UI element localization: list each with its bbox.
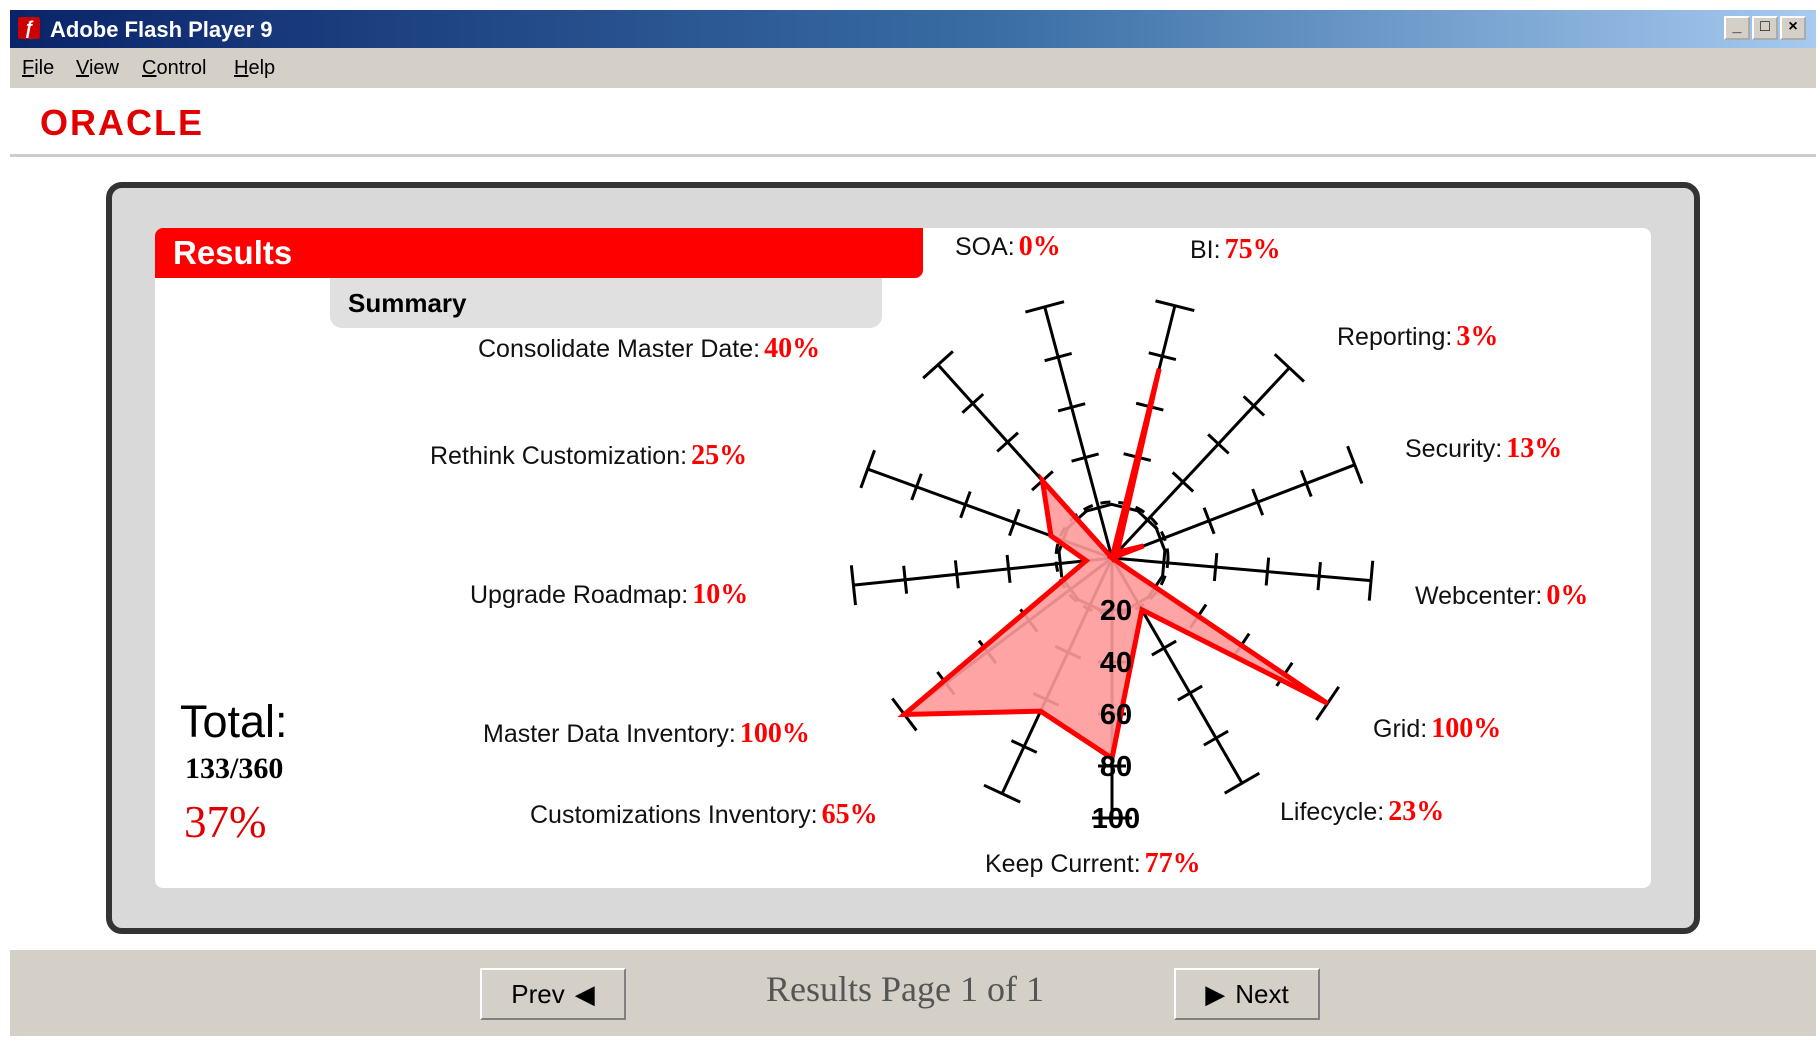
- scale-tick-label: 20: [1100, 595, 1132, 627]
- axis-value: 77%: [1145, 848, 1201, 879]
- radar-tick: [859, 449, 876, 489]
- axis-value: 23%: [1388, 796, 1444, 827]
- radar-tick: [1151, 639, 1177, 657]
- triangle-left-icon: ◀: [574, 978, 595, 1009]
- axis-name: Customizations Inventory:: [530, 801, 818, 829]
- radar-tick: [1005, 554, 1012, 583]
- radar-tick: [953, 560, 960, 589]
- scale-tick-label: 100: [1092, 803, 1140, 835]
- triangle-right-icon: ▶: [1205, 978, 1226, 1009]
- radar-chart: SOA: 0% BI: 75%Reporting: 3%Security: 13%Webc…: [430, 231, 1588, 879]
- axis-name: SOA:: [955, 233, 1015, 261]
- axis-name: Grid:: [1373, 715, 1427, 743]
- axis-name: Reporting:: [1337, 323, 1452, 351]
- radar-axis-label: SOA: 0%: [955, 231, 1061, 262]
- axis-name: Security:: [1405, 435, 1502, 463]
- axis-value: 13%: [1506, 433, 1562, 464]
- axis-name: Consolidate Master Date:: [478, 335, 760, 363]
- radar-axis-label: Rethink Customization: 25%: [430, 440, 747, 471]
- axis-value: 100%: [1431, 713, 1501, 744]
- prev-label: Prev: [511, 978, 565, 1009]
- radar-tick: [1161, 548, 1167, 577]
- axis-name: Upgrade Roadmap:: [470, 581, 688, 609]
- radar-tick: [1010, 739, 1038, 754]
- radar-tick: [1346, 445, 1364, 485]
- radar-axis-label: Webcenter: 0%: [1415, 580, 1588, 611]
- scale-tick-label: 40: [1100, 647, 1132, 679]
- radar-axis-label: Master Data Inventory: 100%: [483, 718, 810, 749]
- axis-value: 0%: [1546, 580, 1588, 611]
- scale-tick-label: 60: [1100, 699, 1132, 731]
- radar-axis-label: Lifecycle: 23%: [1280, 796, 1444, 827]
- prev-button[interactable]: Prev ◀: [480, 968, 626, 1020]
- radar-tick: [1177, 684, 1203, 702]
- axis-value: 65%: [822, 799, 878, 830]
- axis-name: Keep Current:: [985, 850, 1141, 878]
- radar-tick: [1212, 552, 1219, 582]
- radar-axis-label: Upgrade Roadmap: 10%: [470, 579, 748, 610]
- axis-name: Webcenter:: [1415, 582, 1542, 610]
- radar-axis-label: BI: 75%: [1190, 234, 1281, 265]
- radar-tick: [1264, 557, 1271, 586]
- radar-tick: [1367, 560, 1375, 601]
- axis-value: 100%: [740, 718, 810, 749]
- radar-axis: [1111, 556, 1372, 583]
- axis-value: 75%: [1225, 234, 1281, 265]
- scale-tick-label: 80: [1100, 751, 1132, 783]
- radar-axis-label: Grid: 100%: [1373, 713, 1501, 744]
- axis-value: 40%: [764, 333, 820, 364]
- axis-name: BI:: [1190, 236, 1221, 264]
- page-indicator: Results Page 1 of 1: [766, 969, 1044, 1009]
- axis-name: Lifecycle:: [1280, 798, 1384, 826]
- radar-axis: [1111, 463, 1356, 560]
- radar-tick: [983, 783, 1021, 804]
- axis-value: 25%: [691, 440, 747, 471]
- radar-tick: [902, 565, 909, 594]
- next-label: Next: [1235, 978, 1289, 1009]
- axis-value: 3%: [1456, 321, 1498, 352]
- radar-axis-label: Security: 13%: [1405, 433, 1562, 464]
- radar-tick: [1223, 771, 1261, 795]
- axis-value: 0%: [1019, 231, 1061, 262]
- radar-axis-label: Reporting: 3%: [1337, 321, 1498, 352]
- next-button[interactable]: ▶ Next: [1174, 968, 1320, 1020]
- axis-value: 10%: [692, 579, 748, 610]
- axis-name: Rethink Customization:: [430, 442, 687, 470]
- radar-axis-label: Keep Current: 77%: [985, 848, 1201, 879]
- axis-name: Master Data Inventory:: [483, 720, 736, 748]
- radar-axis-label: Consolidate Master Date: 40%: [478, 333, 820, 364]
- radar-axis-label: Customizations Inventory: 65%: [530, 799, 878, 830]
- radar-tick: [1316, 562, 1322, 591]
- radar-tick: [849, 565, 858, 606]
- radar-tick: [1203, 729, 1229, 747]
